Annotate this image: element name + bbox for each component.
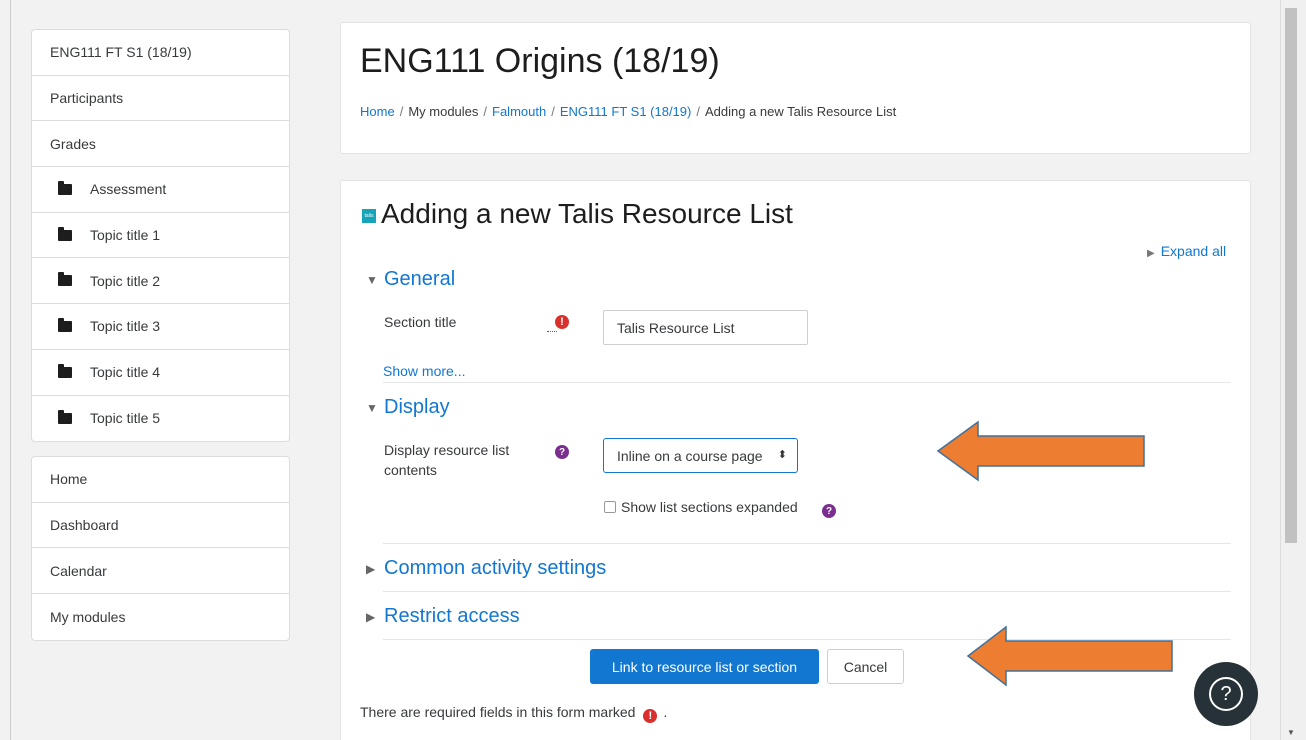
- exclamation-circle-icon: !: [555, 315, 569, 329]
- nav-item-label: Topic title 2: [90, 272, 161, 289]
- nav-item-topic-5[interactable]: Topic title 5: [32, 396, 289, 442]
- form-title-text: Adding a new Talis Resource List: [381, 198, 793, 229]
- required-note-text: There are required fields in this form m…: [360, 704, 636, 720]
- caret-right-icon: ▶: [366, 561, 376, 576]
- nav-item-label: Calendar: [50, 562, 107, 579]
- divider: [383, 382, 1231, 383]
- nav-item-grades[interactable]: Grades: [32, 121, 289, 168]
- page-title: ENG111 Origins (18/19): [360, 42, 720, 80]
- nav-item-calendar[interactable]: Calendar: [32, 548, 289, 595]
- nav-item-label: Grades: [50, 135, 96, 152]
- display-select[interactable]: Inline on a course page ⬍: [603, 438, 798, 473]
- nav-item-course[interactable]: ENG111 FT S1 (18/19): [32, 30, 289, 76]
- nav-item-label: ENG111 FT S1 (18/19): [50, 44, 192, 61]
- folder-icon: [58, 409, 72, 424]
- course-nav-block: ENG111 FT S1 (18/19) Participants Grades…: [31, 29, 290, 443]
- exclamation-circle-icon: !: [643, 709, 658, 723]
- question-icon: ?: [1209, 677, 1243, 711]
- display-select-value: Inline on a course page: [617, 447, 763, 464]
- breadcrumb-my-modules[interactable]: My modules: [408, 104, 478, 119]
- folder-icon: [58, 363, 72, 378]
- nav-item-label: Home: [50, 471, 88, 488]
- site-nav-block: Home Dashboard Calendar My modules: [31, 456, 290, 641]
- breadcrumb-current: Adding a new Talis Resource List: [704, 104, 897, 119]
- section-restrict-toggle[interactable]: ▶ Restrict access: [366, 605, 520, 628]
- nav-item-label: Dashboard: [50, 517, 119, 534]
- expand-all-link[interactable]: ▶ Expand all: [1147, 243, 1226, 259]
- nav-item-participants[interactable]: Participants: [32, 76, 289, 122]
- folder-icon: [58, 226, 72, 241]
- breadcrumb-separator: /: [551, 104, 555, 119]
- submit-button[interactable]: Link to resource list or section: [590, 649, 819, 684]
- show-expanded-checkbox[interactable]: [604, 501, 616, 513]
- annotation-arrow-submit: [966, 625, 1173, 687]
- breadcrumb-separator: /: [399, 104, 404, 119]
- nav-item-label: Topic title 1: [90, 227, 161, 244]
- section-display-toggle[interactable]: ▼ Display: [366, 396, 450, 419]
- nav-item-home[interactable]: Home: [32, 457, 289, 503]
- required-dots: [547, 331, 557, 332]
- divider: [383, 591, 1231, 592]
- section-common-label: Common activity settings: [384, 557, 607, 579]
- required-fields-note: There are required fields in this form m…: [360, 704, 667, 723]
- divider: [383, 543, 1231, 544]
- nav-item-topic-3[interactable]: Topic title 3: [32, 304, 289, 350]
- breadcrumb-home[interactable]: Home: [360, 104, 395, 119]
- scrollbar-thumb[interactable]: [1285, 8, 1297, 543]
- show-expanded-label: Show list sections expanded: [621, 499, 798, 515]
- section-title-label: Section title: [384, 314, 457, 330]
- breadcrumb-separator: /: [483, 104, 488, 119]
- section-general-label: General: [384, 268, 456, 290]
- folder-icon: [58, 272, 72, 287]
- nav-item-label: Topic title 3: [90, 318, 161, 335]
- nav-item-label: Topic title 5: [90, 410, 161, 427]
- folder-icon: [58, 317, 72, 332]
- nav-item-topic-1[interactable]: Topic title 1: [32, 213, 289, 259]
- section-common-toggle[interactable]: ▶ Common activity settings: [366, 557, 606, 580]
- caret-down-icon: ▼: [366, 400, 378, 415]
- form-title: talis Adding a new Talis Resource List: [362, 198, 793, 230]
- nav-item-topic-4[interactable]: Topic title 4: [32, 350, 289, 396]
- breadcrumb: Home / My modules / Falmouth / ENG111 FT S1 (1…: [360, 104, 896, 119]
- section-general-toggle[interactable]: ▼ General: [366, 268, 455, 291]
- nav-item-dashboard[interactable]: Dashboard: [32, 503, 289, 549]
- section-display-label: Display: [384, 396, 450, 418]
- annotation-arrow-display: [936, 420, 1145, 482]
- display-contents-label: Display resource list contents: [384, 442, 510, 478]
- nav-item-assessment[interactable]: Assessment: [32, 167, 289, 213]
- caret-right-icon: ▶: [1147, 248, 1155, 259]
- page-edge-line: [10, 0, 11, 740]
- breadcrumb-course[interactable]: ENG111 FT S1 (18/19): [560, 104, 692, 119]
- nav-item-label: Participants: [50, 90, 124, 107]
- section-title-input[interactable]: Talis Resource List: [603, 310, 808, 345]
- caret-down-icon: ▼: [366, 272, 378, 287]
- nav-item-label: My modules: [50, 608, 126, 625]
- floating-help-button[interactable]: ?: [1194, 662, 1258, 726]
- section-restrict-label: Restrict access: [384, 605, 520, 627]
- scrollbar[interactable]: ▼: [1280, 0, 1306, 740]
- caret-right-icon: ▶: [366, 609, 376, 624]
- nav-item-my-modules[interactable]: My modules: [32, 594, 289, 640]
- nav-item-label: Assessment: [90, 181, 167, 198]
- breadcrumb-falmouth[interactable]: Falmouth: [492, 104, 546, 119]
- cancel-button[interactable]: Cancel: [827, 649, 904, 684]
- expand-all-label: Expand all: [1160, 243, 1227, 259]
- talis-icon: talis: [362, 209, 376, 223]
- breadcrumb-separator: /: [696, 104, 700, 119]
- show-more-link[interactable]: Show more...: [383, 363, 465, 379]
- question-circle-icon[interactable]: ?: [822, 504, 836, 518]
- question-circle-icon[interactable]: ?: [555, 445, 569, 459]
- select-arrows-icon: ⬍: [777, 449, 787, 461]
- scroll-down-icon[interactable]: ▼: [1287, 728, 1295, 737]
- required-note-end: .: [663, 704, 668, 720]
- nav-item-label: Topic title 4: [90, 364, 161, 381]
- folder-icon: [58, 180, 72, 195]
- nav-item-topic-2[interactable]: Topic title 2: [32, 258, 289, 305]
